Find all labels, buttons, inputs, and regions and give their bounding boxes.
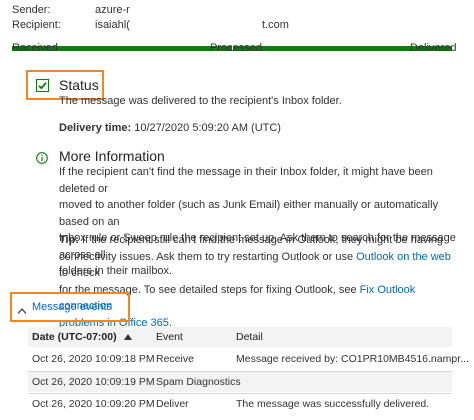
step-processed: Processed <box>210 42 262 54</box>
table-row[interactable]: Oct 26, 2020 10:09:19 PM Spam Diagnostic… <box>28 372 452 392</box>
row-detail: The message was successfully delivered. <box>236 398 430 410</box>
tip-line2-post: to check <box>59 267 100 279</box>
recipient-value-end: t.com <box>262 19 289 31</box>
more-info-line: moved to another folder (such as Junk Em… <box>59 199 439 228</box>
row-date: Oct 26, 2020 10:09:19 PM <box>32 376 155 388</box>
delivery-time-value: 10/27/2020 5:09:20 AM (UTC) <box>134 122 281 134</box>
tip-line1: If the recipient still can't find the me… <box>82 234 444 246</box>
step-received: Received <box>12 42 58 54</box>
delivery-time-label: Delivery time: <box>59 122 132 134</box>
row-detail: Message received by: CO1PR10MB4516.nampr… <box>236 353 469 365</box>
row-date: Oct 26, 2020 10:09:20 PM <box>32 398 155 410</box>
info-icon <box>36 151 48 169</box>
checkbox-icon <box>36 79 49 97</box>
more-info-line: If the recipient can't find the message … <box>59 166 433 195</box>
sender-label: Sender: <box>12 4 51 16</box>
sender-value: azure-r <box>95 4 130 16</box>
col-date[interactable]: Date (UTC-07:00) <box>32 331 132 343</box>
step-delivered: Delivered <box>410 42 457 54</box>
table-row[interactable]: Oct 26, 2020 10:09:18 PM Receive Message… <box>28 349 469 369</box>
message-events-toggle[interactable]: Message events <box>32 301 112 313</box>
table-header: Date (UTC-07:00) Event Detail <box>28 327 452 347</box>
tip-label: Tip: <box>59 234 79 246</box>
status-text: The message was delivered to the recipie… <box>59 95 342 107</box>
status-title: Status <box>59 77 99 93</box>
recipient-label: Recipient: <box>12 19 61 31</box>
tip-line2-pre: connectivity issues. Ask them to try res… <box>59 250 357 263</box>
outlook-on-web-link[interactable]: Outlook on the web <box>356 251 451 263</box>
row-event: Receive <box>156 353 194 365</box>
recipient-value-start: isaiahl( <box>95 19 130 31</box>
delivery-time: Delivery time: 10/27/2020 5:09:20 AM (UT… <box>59 120 281 137</box>
col-detail[interactable]: Detail <box>236 331 263 343</box>
table-row[interactable]: Oct 26, 2020 10:09:20 PM Deliver The mes… <box>28 394 452 414</box>
chevron-up-icon[interactable] <box>17 302 27 320</box>
more-info-title: More Information <box>59 148 165 164</box>
col-event[interactable]: Event <box>156 331 183 343</box>
sort-ascending-icon <box>123 334 132 340</box>
row-event: Deliver <box>156 398 189 410</box>
row-date: Oct 26, 2020 10:09:18 PM <box>32 353 155 365</box>
row-event: Spam Diagnostics <box>156 376 241 388</box>
